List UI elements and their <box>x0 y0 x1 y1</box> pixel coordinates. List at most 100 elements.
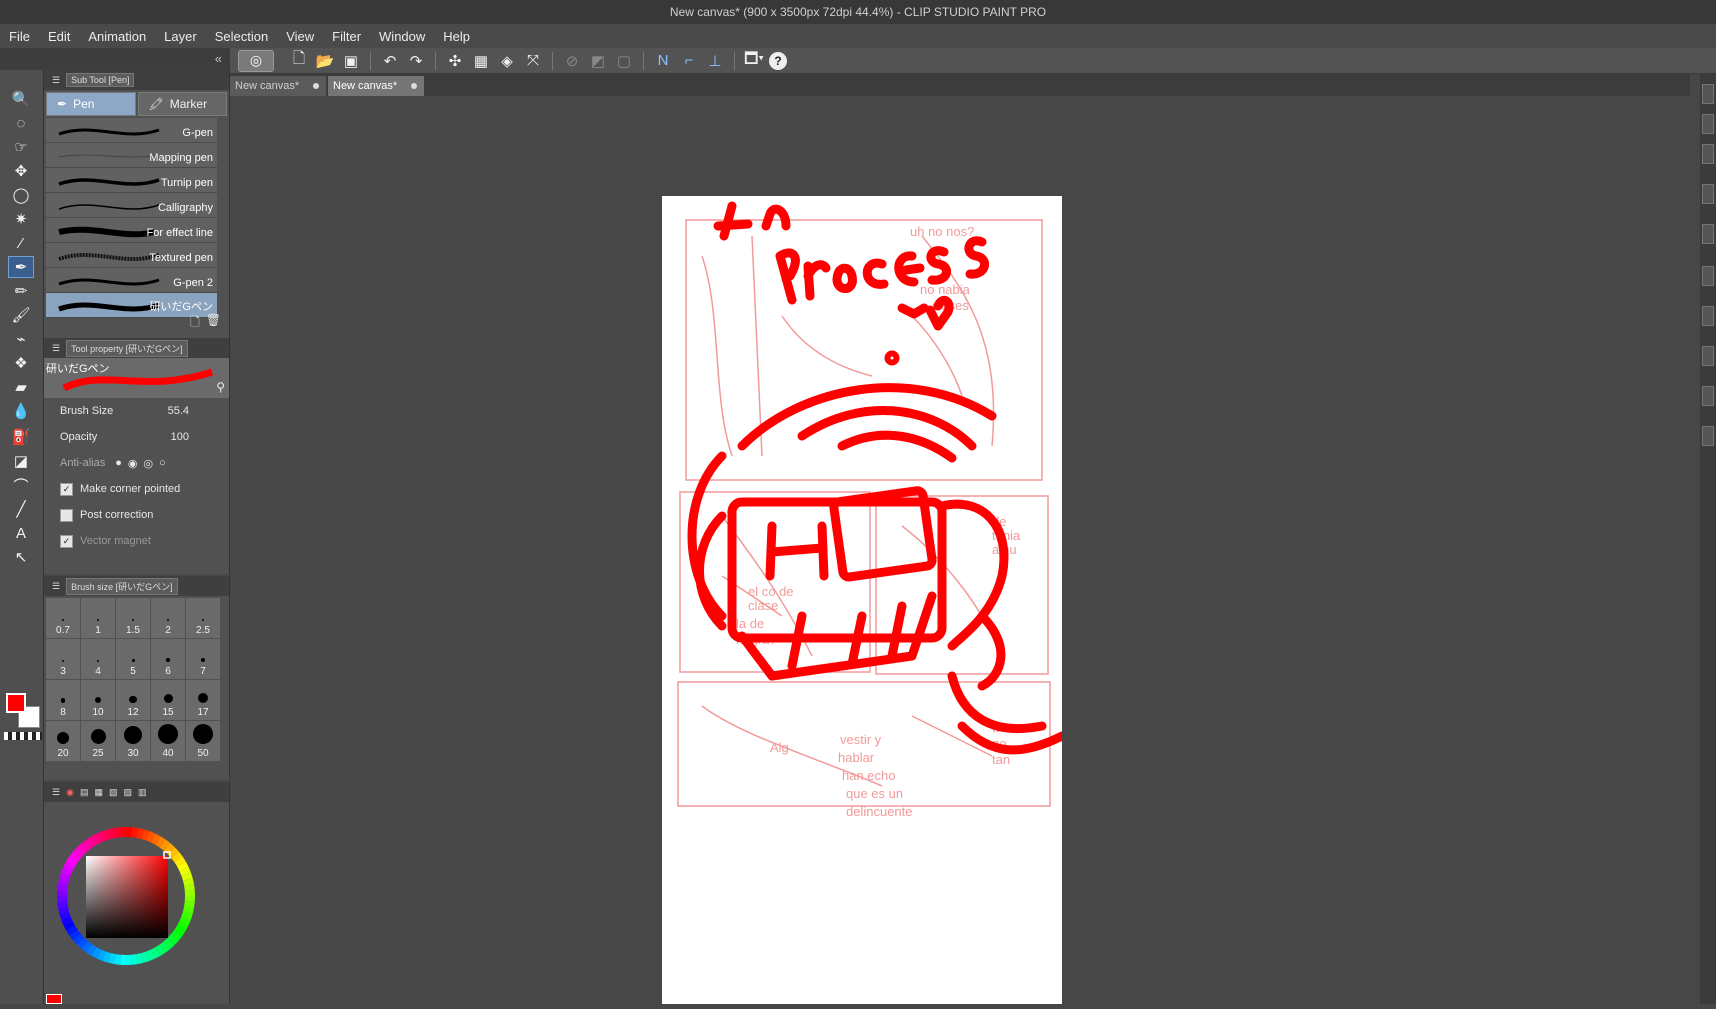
eraser-icon[interactable]: ▰ <box>8 376 34 398</box>
palette-tab[interactable] <box>1702 144 1714 164</box>
brush-size-preset[interactable]: 40 <box>151 721 185 761</box>
menu-animation[interactable]: Animation <box>79 29 155 44</box>
palette-tab[interactable] <box>1702 386 1714 406</box>
move-icon[interactable]: ◌ <box>8 112 34 134</box>
selection-display-icon[interactable]: ▢ <box>613 51 635 71</box>
invert-selection-icon[interactable]: ◩ <box>587 51 609 71</box>
brush-size-preset[interactable]: 10 <box>81 680 115 720</box>
color-set-icon[interactable]: ▦ <box>94 787 103 798</box>
tab-marker[interactable]: 🖍 Marker <box>137 92 227 116</box>
text-icon[interactable]: A <box>8 522 34 544</box>
brush-size-preset[interactable]: 0.7 <box>46 598 80 638</box>
pencil-icon[interactable]: ✏ <box>8 280 34 302</box>
brush-icon[interactable]: 🖌 <box>8 304 34 326</box>
canvas-page[interactable]: uh no nos? no nabia clases el co de clas… <box>662 196 1067 1004</box>
color-history-icon[interactable]: ▥ <box>138 787 147 798</box>
clip-studio-icon[interactable]: ◎ <box>238 49 274 72</box>
brush-item-mapping-pen[interactable]: Mapping pen <box>46 143 217 168</box>
magic-wand-icon[interactable]: ✷ <box>8 208 34 230</box>
search-icon[interactable]: ⚲ <box>216 380 225 394</box>
help-icon[interactable]: ? <box>769 51 787 70</box>
tab-pen[interactable]: ✒ Pen <box>46 92 136 116</box>
menu-selection[interactable]: Selection <box>206 29 277 44</box>
menu-window[interactable]: Window <box>370 29 434 44</box>
opacity-row[interactable]: Opacity 100 <box>44 424 229 450</box>
deselect-icon[interactable]: ⊘ <box>561 51 583 71</box>
brush-size-row[interactable]: Brush Size 55.4 <box>44 398 229 424</box>
main-color-swatch[interactable] <box>6 693 26 713</box>
palette-tab[interactable] <box>1702 114 1714 134</box>
close-icon[interactable] <box>411 83 417 89</box>
brush-item-textured-pen[interactable]: Textured pen <box>46 243 217 268</box>
menu-icon[interactable]: ☰ <box>52 343 60 354</box>
brush-size-preset[interactable]: 12 <box>116 680 150 720</box>
gradient-icon[interactable]: ◪ <box>8 450 34 472</box>
anti-alias-weak-icon[interactable]: ◉ <box>128 457 138 470</box>
correct-line-icon[interactable]: ↖ <box>8 546 34 568</box>
airbrush-icon[interactable]: ⌁ <box>8 328 34 350</box>
snap-to-grid-icon[interactable]: ⊥ <box>704 51 726 71</box>
collapse-icon[interactable]: « <box>215 51 222 66</box>
save-icon[interactable]: ▣ <box>340 51 362 71</box>
open-file-icon[interactable]: 📂 <box>314 51 336 71</box>
clear-outside-icon[interactable]: ▦ <box>470 51 492 71</box>
brush-size-value[interactable]: 55.4 <box>168 405 189 417</box>
anti-alias-strong-icon[interactable]: ○ <box>159 457 166 470</box>
snap-to-special-ruler-icon[interactable]: ⌐ <box>678 51 700 71</box>
palette-tab[interactable] <box>1702 346 1714 366</box>
brush-size-preset[interactable]: 3 <box>46 639 80 679</box>
brush-size-preset[interactable]: 30 <box>116 721 150 761</box>
brush-size-preset[interactable]: 20 <box>46 721 80 761</box>
intermediate-color-icon[interactable]: ▧ <box>109 787 118 798</box>
brush-item-calligraphy[interactable]: Calligraphy <box>46 193 217 218</box>
new-file-icon[interactable]: 🗋 <box>288 50 310 71</box>
menu-filter[interactable]: Filter <box>323 29 370 44</box>
menu-view[interactable]: View <box>277 29 323 44</box>
transform-icon[interactable]: ⤧ <box>522 51 544 71</box>
brush-size-preset[interactable]: 15 <box>151 680 185 720</box>
brush-size-preset[interactable]: 6 <box>151 639 185 679</box>
operation-icon[interactable]: ☞ <box>8 136 34 158</box>
brush-size-preset[interactable]: 7 <box>186 639 220 679</box>
decoration-icon[interactable]: ❖ <box>8 352 34 374</box>
make-corner-pointed-row[interactable]: ✓ Make corner pointed <box>44 476 229 502</box>
anti-alias-medium-icon[interactable]: ◎ <box>144 457 154 470</box>
menu-icon[interactable]: ☰ <box>52 75 60 86</box>
figure-icon[interactable]: ⌒ <box>8 474 34 496</box>
document-tab-active[interactable]: New canvas* <box>328 76 424 96</box>
document-tab[interactable]: New canvas* <box>230 76 326 96</box>
menu-icon[interactable]: ☰ <box>52 581 60 592</box>
transparent-color-swatch[interactable] <box>4 732 42 740</box>
lasso-icon[interactable]: ◯ <box>8 184 34 206</box>
line-icon[interactable]: ╱ <box>8 498 34 520</box>
brush-item-g-pen[interactable]: G-pen <box>46 118 217 143</box>
brush-item-effect-line[interactable]: For effect line <box>46 218 217 243</box>
brush-size-preset[interactable]: 1 <box>81 598 115 638</box>
approximate-color-icon[interactable]: ▨ <box>123 787 132 798</box>
snap-to-ruler-icon[interactable]: N <box>652 51 674 71</box>
make-corner-pointed-checkbox[interactable]: ✓ <box>60 482 73 496</box>
brush-item-g-pen-2[interactable]: G-pen 2 <box>46 268 217 293</box>
brush-size-preset[interactable]: 1.5 <box>116 598 150 638</box>
palette-tab[interactable] <box>1702 184 1714 204</box>
screen-settings-icon[interactable]: 🗖▾ <box>743 50 765 71</box>
brush-size-preset[interactable]: 4 <box>81 639 115 679</box>
color-wheel[interactable] <box>46 806 226 986</box>
palette-tab[interactable] <box>1702 306 1714 326</box>
color-wheel-icon[interactable]: ◉ <box>66 787 74 798</box>
brush-size-preset[interactable]: 50 <box>186 721 220 761</box>
menu-edit[interactable]: Edit <box>39 29 79 44</box>
clear-icon[interactable]: ✣ <box>444 51 466 71</box>
palette-tab[interactable] <box>1702 426 1714 446</box>
delete-icon[interactable]: 🗑 <box>206 313 221 334</box>
blend-icon[interactable]: 💧 <box>8 400 34 422</box>
color-slider-icon[interactable]: ▤ <box>80 787 89 798</box>
brush-size-preset[interactable]: 5 <box>116 639 150 679</box>
palette-tab[interactable] <box>1702 84 1714 104</box>
brush-item-turnip-pen[interactable]: Turnip pen <box>46 168 217 193</box>
menu-file[interactable]: File <box>0 29 39 44</box>
undo-icon[interactable]: ↶ <box>379 51 401 71</box>
brush-size-preset[interactable]: 2.5 <box>186 598 220 638</box>
post-correction-row[interactable]: Post correction <box>44 502 229 528</box>
opacity-value[interactable]: 100 <box>171 431 189 443</box>
